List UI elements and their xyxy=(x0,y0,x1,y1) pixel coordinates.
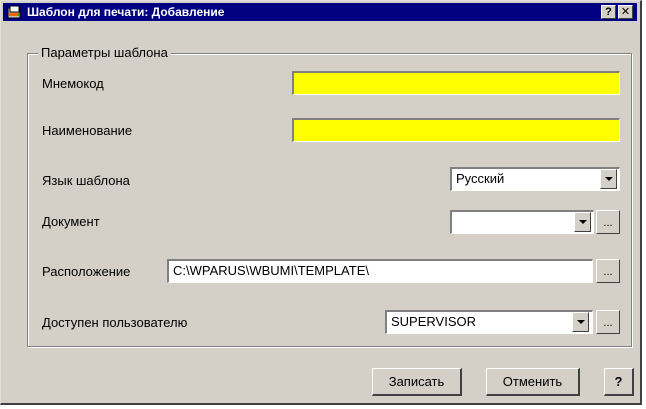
title-bar[interactable]: Шаблон для печати: Добавление ? ✕ xyxy=(3,3,637,21)
location-input[interactable]: C:\WPARUS\WBUMI\TEMPLATE\ xyxy=(167,259,593,283)
location-label: Расположение xyxy=(42,264,131,279)
help-button[interactable]: ? xyxy=(604,368,634,396)
user-label: Доступен пользователю xyxy=(42,315,188,330)
language-value: Русский xyxy=(456,171,505,186)
close-button[interactable]: ✕ xyxy=(618,5,633,19)
name-input[interactable] xyxy=(292,118,620,142)
dialog-window: Шаблон для печати: Добавление ? ✕ Параме… xyxy=(0,0,642,405)
template-parameters-group xyxy=(27,53,632,347)
chevron-down-icon[interactable] xyxy=(600,169,617,189)
template-app-icon xyxy=(7,5,21,19)
chevron-down-icon[interactable] xyxy=(572,312,589,332)
group-title: Параметры шаблона xyxy=(38,45,171,61)
document-label: Документ xyxy=(42,214,100,229)
location-browse-button[interactable]: ... xyxy=(596,259,620,283)
user-browse-button[interactable]: ... xyxy=(596,310,620,334)
language-select[interactable]: Русский xyxy=(450,167,620,191)
mnemocode-label: Мнемокод xyxy=(42,76,104,91)
name-label: Наименование xyxy=(42,123,133,138)
chevron-down-icon[interactable] xyxy=(574,212,591,232)
mnemocode-input[interactable] xyxy=(292,71,620,95)
document-browse-button[interactable]: ... xyxy=(596,210,620,234)
window-title: Шаблон для печати: Добавление xyxy=(27,5,225,19)
title-help-button[interactable]: ? xyxy=(601,5,616,19)
document-select[interactable] xyxy=(450,210,594,234)
language-label: Язык шаблона xyxy=(42,173,130,188)
user-value: SUPERVISOR xyxy=(391,314,477,329)
user-select[interactable]: SUPERVISOR xyxy=(385,310,593,334)
cancel-button[interactable]: Отменить xyxy=(486,368,580,396)
save-button[interactable]: Записать xyxy=(372,368,462,396)
